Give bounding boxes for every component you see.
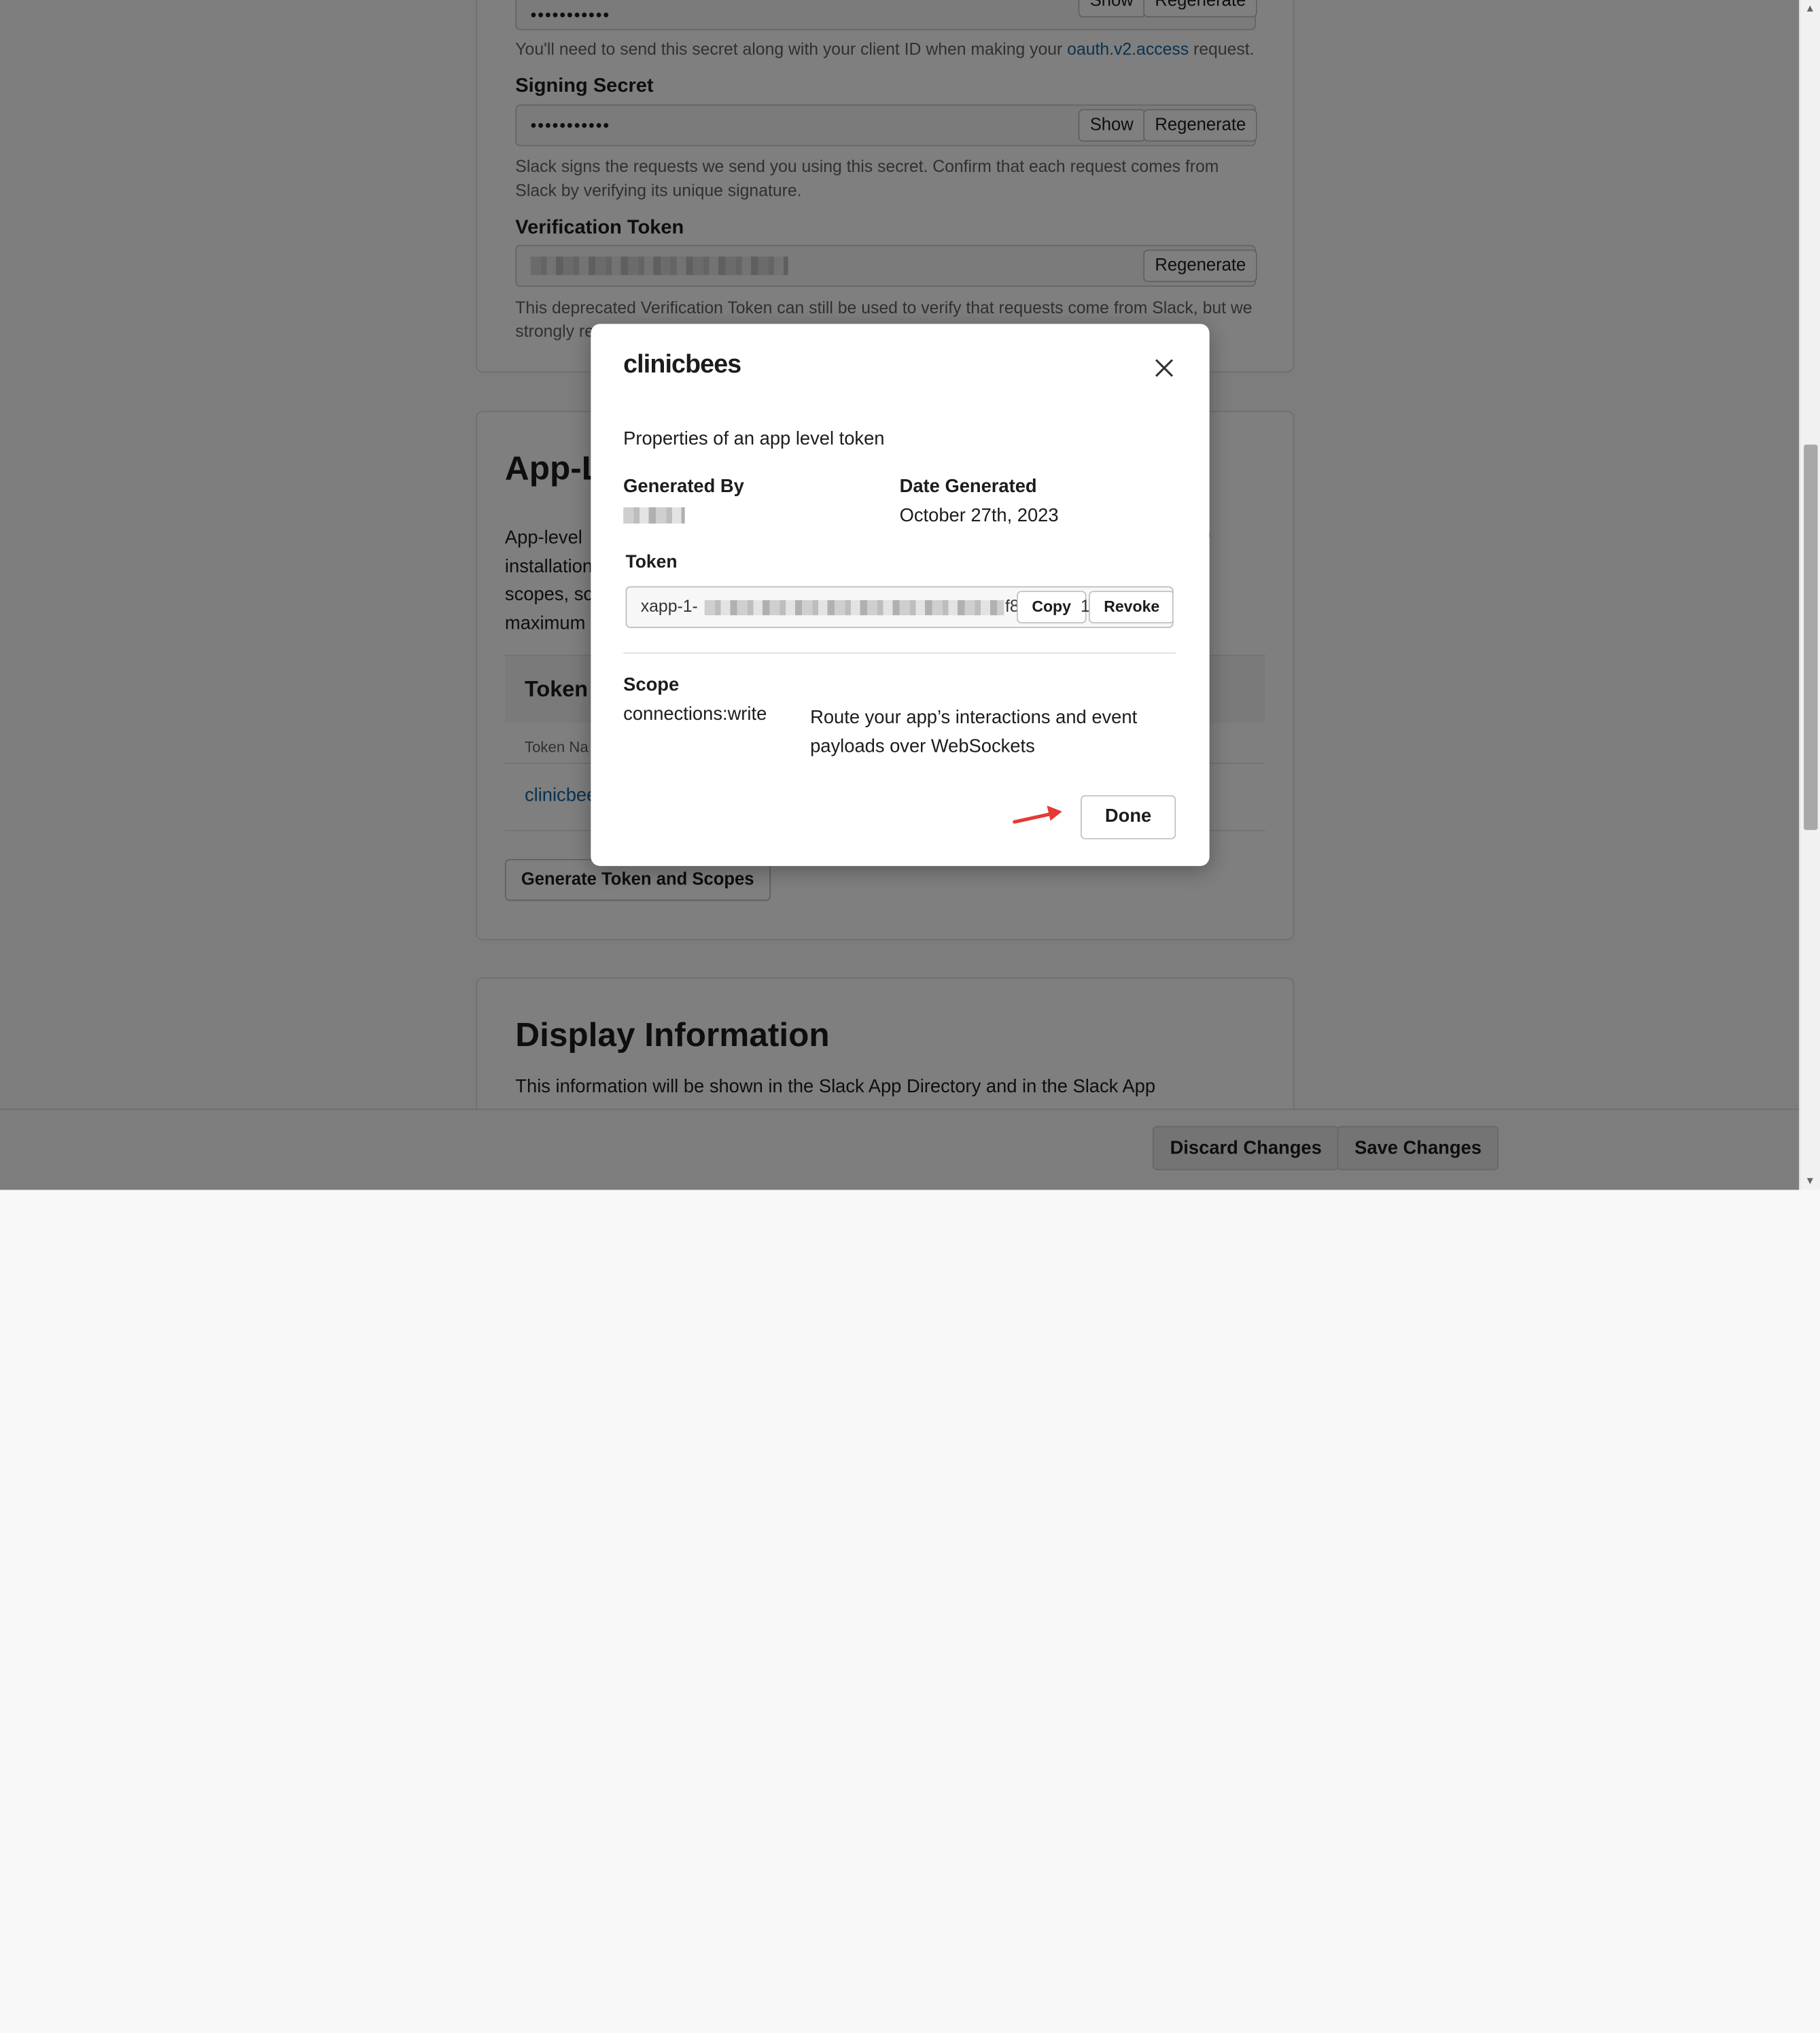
date-generated-value: October 27th, 2023 <box>899 506 1059 526</box>
generated-by-redacted <box>623 507 685 524</box>
token-redacted <box>704 600 1004 616</box>
date-generated-label: Date Generated <box>899 476 1037 497</box>
done-button[interactable]: Done <box>1081 795 1176 839</box>
token-prefix: xapp-1- <box>640 597 698 616</box>
close-icon[interactable] <box>1153 356 1176 379</box>
red-arrow-icon <box>1013 805 1062 824</box>
scroll-down-arrow-icon[interactable]: ▼ <box>1805 1175 1815 1186</box>
modal-title: clinicbees <box>623 349 741 379</box>
scope-label: Scope <box>623 675 680 696</box>
generated-by-label: Generated By <box>623 476 744 497</box>
scroll-up-arrow-icon[interactable]: ▲ <box>1805 2 1815 14</box>
token-field: xapp-1- f8 Copy 1 Revoke <box>625 586 1174 628</box>
token-label: Token <box>625 552 678 572</box>
revoke-token-button[interactable]: Revoke <box>1089 591 1172 624</box>
scrollbar[interactable]: ▲ ▼ <box>1799 0 1820 1190</box>
scope-description: Route your app’s interactions and event … <box>810 708 1138 757</box>
copy-token-button[interactable]: Copy <box>1017 591 1087 624</box>
settings-page: ••••••••••• Show Regenerate You'll need … <box>0 0 1820 1190</box>
scope-name: connections:write <box>623 704 767 725</box>
page: ••••••••••• Show Regenerate You'll need … <box>0 0 1820 2033</box>
token-properties-modal: clinicbees Properties of an app level to… <box>591 324 1210 867</box>
modal-subtitle: Properties of an app level token <box>623 429 885 449</box>
modal-divider <box>623 652 1176 654</box>
scrollbar-thumb[interactable] <box>1804 445 1818 831</box>
